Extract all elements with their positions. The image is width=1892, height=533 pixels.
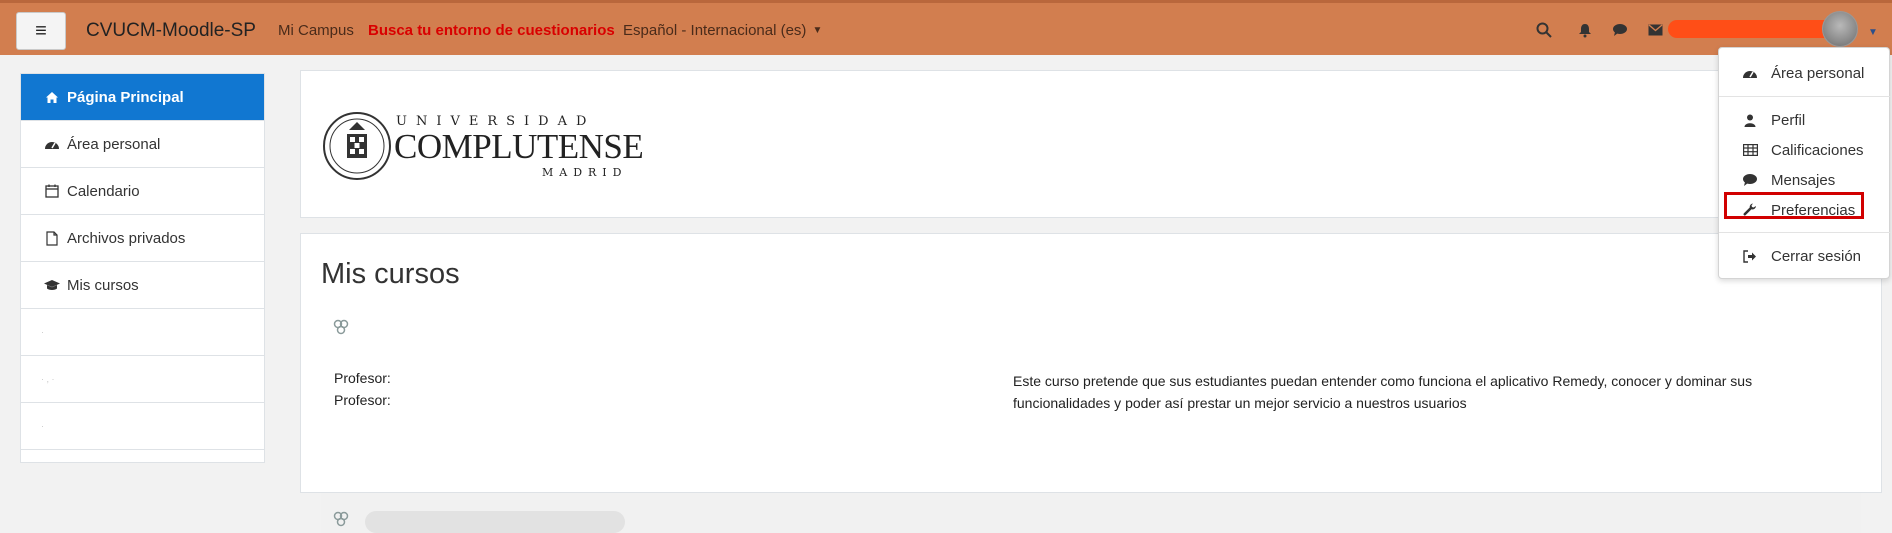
language-label: Español - Internacional (es) (623, 22, 807, 39)
sidebar-item-label: Calendario (67, 182, 140, 200)
course-name-redacted[interactable] (365, 511, 625, 533)
logo-line-2: COMPLUTENSE (394, 127, 644, 166)
avatar[interactable] (1822, 11, 1858, 47)
sidebar-item-label: Página Principal (67, 88, 184, 106)
chat-bubble-icon[interactable] (1611, 21, 1629, 39)
user-menu-item-label: Mensajes (1771, 171, 1836, 189)
sign-out-icon (1741, 249, 1759, 263)
sidebar-item-label: Archivos privados (67, 229, 186, 247)
sidebar-item-pagina-principal[interactable]: Página Principal (21, 74, 264, 121)
professor-label: Profesor: (334, 392, 391, 408)
user-icon (1741, 114, 1759, 127)
user-menu-item-calificaciones[interactable]: Calificaciones (1719, 136, 1891, 164)
dashboard-icon (41, 138, 63, 150)
user-menu-item-perfil[interactable]: Perfil (1719, 106, 1891, 134)
sidebar-item-calendario[interactable]: Calendario (21, 168, 264, 215)
left-sidebar: Página Principal Área personal Calendari… (20, 73, 265, 463)
user-menu-item-mensajes[interactable]: Mensajes (1719, 166, 1891, 194)
university-logo[interactable]: UNIVERSIDAD COMPLUTENSE MADRID (321, 106, 644, 186)
site-brand[interactable]: CVUCM-Moodle-SP (86, 20, 256, 42)
envelope-icon[interactable] (1646, 21, 1664, 39)
user-menu-item-label: Perfil (1771, 111, 1806, 129)
professor-label: Profesor: (334, 370, 391, 386)
sidebar-item-archivos-privados[interactable]: Archivos privados (21, 215, 264, 262)
sidebar-item-course-redacted[interactable]: · (21, 403, 264, 450)
sidebar-item-course-redacted[interactable]: · (21, 309, 264, 356)
redacted-text: · (41, 421, 44, 431)
courses-card: Mis cursos Profesor: Profesor: Este curs… (300, 233, 1882, 533)
sidebar-item-label: Área personal (67, 135, 161, 153)
redacted-text: · , · (41, 374, 55, 384)
course-row[interactable] (321, 493, 1861, 533)
top-navbar: ≡ CVUCM-Moodle-SP Mi Campus Busca tu ent… (0, 0, 1892, 55)
chat-bubble-icon (1741, 173, 1759, 187)
course-summary: Este curso pretende que sus estudiantes … (1013, 373, 1753, 411)
redacted-text: · (41, 327, 44, 337)
course-icon (333, 319, 351, 337)
menu-divider (1719, 96, 1891, 97)
home-icon (41, 91, 63, 104)
logo-line-3: MADRID (542, 166, 628, 179)
course-icon (333, 511, 351, 529)
user-menu-dropdown: Área personal Perfil Calificaciones Mens… (1718, 47, 1891, 279)
language-selector[interactable]: Español - Internacional (es) ▼ (623, 22, 822, 39)
sidebar-item-label: Mis cursos (67, 276, 139, 294)
page-title: Mis cursos (321, 258, 460, 290)
nav-mi-campus[interactable]: Mi Campus (278, 22, 354, 39)
user-menu-item-label: Calificaciones (1771, 141, 1864, 159)
user-menu-item-area-personal[interactable]: Área personal (1719, 59, 1891, 87)
calendar-icon (41, 184, 63, 198)
chevron-down-icon[interactable]: ▼ (1868, 27, 1878, 38)
sidebar-item-area-personal[interactable]: Área personal (21, 121, 264, 168)
logo-card: UNIVERSIDAD COMPLUTENSE MADRID (300, 70, 1882, 218)
chevron-down-icon: ▼ (812, 25, 823, 36)
university-seal-icon (323, 112, 391, 180)
main-content: UNIVERSIDAD COMPLUTENSE MADRID Mis curso… (300, 70, 1882, 533)
table-icon (1741, 144, 1759, 156)
highlight-box (1724, 192, 1864, 219)
user-menu-item-label: Área personal (1771, 64, 1865, 82)
user-menu-item-label: Cerrar sesión (1771, 247, 1862, 265)
file-icon (41, 230, 63, 246)
dashboard-icon (1741, 67, 1759, 79)
sidebar-item-mis-cursos[interactable]: Mis cursos (21, 262, 264, 309)
nav-cuestionarios[interactable]: Busca tu entorno de cuestionarios (368, 22, 615, 39)
search-icon[interactable] (1535, 21, 1553, 39)
user-menu-item-cerrar-sesion[interactable]: Cerrar sesión (1719, 242, 1891, 270)
hamburger-menu-icon[interactable]: ≡ (16, 12, 66, 50)
menu-divider (1719, 232, 1891, 233)
graduation-cap-icon (41, 279, 63, 291)
bell-icon[interactable] (1576, 21, 1594, 39)
sidebar-item-course-redacted[interactable]: · , · (21, 356, 264, 403)
